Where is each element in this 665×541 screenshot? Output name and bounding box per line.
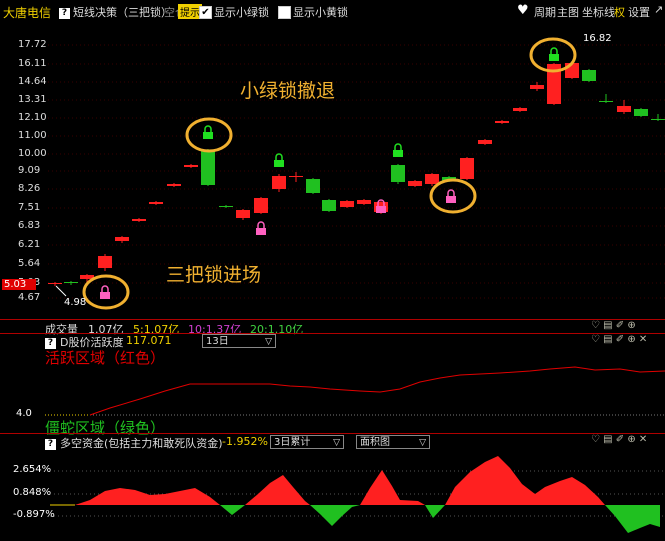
price-tick-label: 9.09 [18, 165, 41, 176]
candle-body [289, 176, 303, 177]
price-tick-label: 17.72 [18, 39, 47, 50]
candle-body [391, 165, 405, 182]
pink-lock-icon [100, 285, 110, 299]
settings-button[interactable]: 设置 [628, 4, 650, 20]
price-tick-label: 10.00 [18, 148, 47, 159]
activity-line-chart [45, 366, 665, 416]
green-lock-checkbox[interactable]: ✔ [199, 5, 212, 19]
price-tick-label: 6.83 [18, 220, 41, 231]
green-lock-icon [393, 143, 403, 157]
candle-body [201, 150, 215, 185]
candle-body [495, 121, 509, 123]
price-tick-label: 6.21 [18, 239, 41, 250]
funds-positive-area-4 [445, 456, 605, 505]
candle-body [357, 200, 371, 204]
annotation-entry: 三把锁进场 [166, 264, 262, 286]
annotation-retreat: 小绿锁撤退 [240, 80, 336, 102]
price-tick-label: 5.64 [18, 258, 41, 269]
candle-body [599, 101, 613, 102]
candle-body [64, 282, 78, 283]
funds-panel: ? 多空资金(包括主力和敢死队资金) -1.952% 3日累计 ▽ 面积图 ▽ ♡ … [0, 433, 665, 541]
candle-body [651, 119, 665, 120]
main-chart-button[interactable]: 主图 [557, 4, 579, 20]
price-tick-label: 7.51 [18, 202, 41, 213]
current-price-tag: 5.03 [2, 279, 37, 290]
stock-name: 大唐电信 [3, 6, 52, 20]
candlestick-chart [48, 37, 665, 310]
price-tick-label: 4.67 [18, 292, 41, 303]
pink-lock-icon [446, 189, 456, 203]
candle-body [115, 237, 129, 241]
candle-body [617, 106, 631, 112]
right-button[interactable]: 权 [614, 4, 625, 20]
candle-body [582, 70, 596, 81]
candle-body [132, 219, 146, 221]
panel-tools-icon[interactable]: ♡ ▤ ✐ ⊕ [591, 320, 636, 331]
candle-body [167, 184, 181, 186]
indicator-title: 短线决策（三把锁） [73, 6, 172, 19]
candle-body [149, 202, 163, 204]
candle-body [460, 158, 474, 179]
low-pointer [55, 285, 67, 297]
funds-area-chart [50, 456, 665, 533]
candle-body [219, 206, 233, 207]
period-button[interactable]: 周期 [534, 4, 556, 20]
price-tick-label: 13.31 [18, 94, 47, 105]
candle-body [272, 176, 286, 189]
activity-line [89, 366, 665, 416]
candle-body [254, 198, 268, 213]
candle-body [306, 179, 320, 193]
yellow-lock-checkbox[interactable] [278, 5, 291, 19]
price-tick-label: 14.64 [18, 76, 47, 87]
price-tick-label: 8.26 [18, 183, 41, 194]
activity-panel: ? D股价活跃度 117.071 13日 ▽ ♡ ▤ ✐ ⊕ ✕ 活跃区域（红色）… [0, 333, 665, 437]
funds-negative-area-2 [310, 505, 360, 526]
candle-body [530, 85, 544, 89]
price-tick-label: 12.10 [18, 112, 47, 123]
heart-icon[interactable]: ♥ [517, 3, 529, 18]
candle-body [340, 201, 354, 207]
candle-body [236, 210, 250, 218]
green-lock-label: 显示小绿锁 [214, 6, 269, 19]
price-tick-label: 11.00 [18, 130, 47, 141]
funds-negative-area-4 [605, 505, 660, 533]
candle-body [184, 165, 198, 167]
price-tick-label: 16.11 [18, 58, 47, 69]
green-lock-icon [274, 153, 284, 167]
candle-body [634, 109, 648, 116]
green-lock-icon [549, 47, 559, 61]
low-price-label: 4.98 [64, 297, 87, 308]
expand-icon[interactable]: ↗ [654, 3, 663, 16]
funds-positive-area-1 [75, 488, 220, 505]
axis-button[interactable]: 坐标线 [582, 4, 615, 20]
top-toolbar: 大唐电信 ? 短线决策（三把锁） 空仓 提示 ✔ 显示小绿锁 显示小黄锁 ♥ 周… [0, 0, 665, 24]
candle-body [478, 140, 492, 144]
candle-body [48, 283, 62, 284]
yellow-lock-label: 显示小黄锁 [293, 6, 348, 19]
candle-body [513, 108, 527, 111]
high-price-label: 16.82 [583, 33, 612, 44]
candle-body [425, 174, 439, 184]
funds-positive-area-2 [245, 475, 310, 505]
help-icon[interactable]: ? [59, 5, 70, 19]
green-lock-icon [203, 125, 213, 139]
volume-row: 成交量 1.07亿 5:1.07亿 10:1.37亿 20:1.10亿 ♡ ▤ … [0, 319, 665, 336]
candle-body [98, 256, 112, 268]
candle-body [408, 181, 422, 186]
pink-lock-icon [256, 221, 266, 235]
candle-body [322, 200, 336, 211]
funds-positive-area-3 [360, 470, 425, 505]
funds-negative-area-1 [220, 505, 245, 515]
